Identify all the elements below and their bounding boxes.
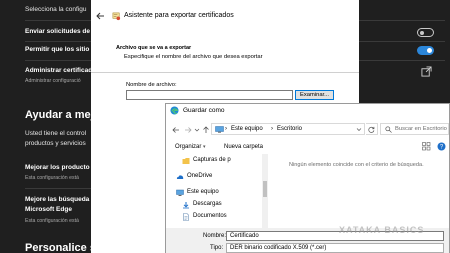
- dialog-titlebar[interactable]: Guardar como: [166, 104, 449, 118]
- address-dropdown-icon[interactable]: [356, 127, 362, 132]
- onedrive-icon: [176, 175, 184, 179]
- file-name-label: Nombre de archivo:: [126, 82, 177, 88]
- certificate-icon: [112, 12, 121, 21]
- improve-search-setting-desc: Esta configuración está: [25, 218, 79, 224]
- navigation-scrollbar[interactable]: [262, 154, 268, 228]
- breadcrumb-separator-icon: ›: [271, 126, 273, 132]
- help-improve-section-title: Ayudar a mejo: [25, 109, 101, 121]
- settings-row-select: Selecciona la configu: [25, 6, 87, 13]
- file-type-label: Tipo:: [210, 245, 224, 251]
- help-icon[interactable]: ?: [437, 142, 446, 151]
- address-bar[interactable]: › Este equipo › Escritorio: [211, 123, 365, 135]
- file-name-input[interactable]: [126, 90, 293, 100]
- send-requests-toggle[interactable]: [417, 28, 434, 37]
- external-link-icon[interactable]: [421, 66, 432, 77]
- navigation-pane: Capturas de p OneDrive Este equipo Desca…: [166, 154, 266, 228]
- refresh-button[interactable]: [366, 123, 378, 135]
- recent-locations-chevron-icon[interactable]: [194, 126, 200, 134]
- breadcrumb-separator-icon: ›: [225, 126, 227, 132]
- nav-item-label: Descargas: [193, 201, 222, 207]
- empty-results-message: Ningún elemento coincide con el criterio…: [289, 162, 424, 168]
- browse-button[interactable]: Examinar...: [295, 90, 334, 100]
- back-arrow-icon[interactable]: [172, 126, 180, 134]
- breadcrumb-item[interactable]: Escritorio: [277, 126, 302, 132]
- documents-icon: [183, 213, 189, 221]
- help-improve-text-line1: Usted tiene el control: [25, 130, 87, 137]
- improve-products-setting-title: Mejorar los producto: [25, 164, 90, 171]
- wizard-section-description: Especifique el nombre del archivo que de…: [124, 54, 263, 60]
- divider: [91, 72, 359, 73]
- computer-icon: [176, 189, 184, 196]
- breadcrumb-item[interactable]: Este equipo: [231, 126, 263, 132]
- manage-certificates-setting-desc: Administrar configuració: [25, 78, 81, 84]
- organize-label: Organizar: [175, 144, 202, 150]
- up-arrow-icon[interactable]: [202, 126, 210, 134]
- search-icon: [385, 126, 392, 133]
- edge-logo-icon: [170, 106, 179, 115]
- refresh-icon: [368, 126, 375, 133]
- watermark-text: XATAKA BASICS: [339, 225, 425, 235]
- wizard-title: Asistente para exportar certificados: [124, 12, 234, 19]
- nav-item-label: OneDrive: [187, 173, 213, 179]
- manage-certificates-setting-title[interactable]: Administrar certificad: [25, 67, 92, 75]
- folder-icon: [182, 158, 190, 164]
- improve-products-setting-desc: Esta configuración está: [25, 175, 79, 181]
- new-folder-button[interactable]: Nueva carpeta: [224, 144, 263, 150]
- view-options-icon[interactable]: [422, 142, 431, 151]
- improve-search-setting-title-line1: Mejore las búsqueda: [25, 196, 90, 203]
- filename-label: Nombre:: [203, 233, 227, 239]
- allow-sites-toggle[interactable]: [417, 46, 434, 55]
- computer-icon: [215, 126, 224, 133]
- nav-item-label: Documentos: [193, 213, 227, 219]
- search-box[interactable]: Buscar en Escritorio: [380, 123, 449, 135]
- chevron-down-icon: ▾: [203, 144, 206, 150]
- search-placeholder: Buscar en Escritorio: [395, 126, 447, 132]
- allow-sites-setting-title: Permitir que los sitio: [25, 46, 90, 53]
- nav-item-label: Este equipo: [187, 189, 219, 195]
- improve-search-setting-title-line2: Microsoft Edge: [25, 206, 72, 213]
- downloads-icon: [183, 202, 189, 209]
- scrollbar-thumb[interactable]: [263, 181, 267, 197]
- forward-arrow-icon[interactable]: [184, 126, 192, 134]
- back-arrow-icon[interactable]: [95, 11, 105, 21]
- wizard-section-label: Archivo que se va a exportar: [116, 45, 192, 51]
- file-type-select[interactable]: DER binario codificado X.509 (*.cer): [226, 243, 444, 253]
- send-requests-setting-title: Enviar solicitudes de: [25, 28, 91, 35]
- organize-menu[interactable]: Organizar ▾: [175, 144, 206, 150]
- dialog-title: Guardar como: [183, 107, 225, 114]
- nav-item-label: Capturas de p: [193, 157, 231, 163]
- help-improve-text-line2: productos y servicios: [25, 140, 86, 147]
